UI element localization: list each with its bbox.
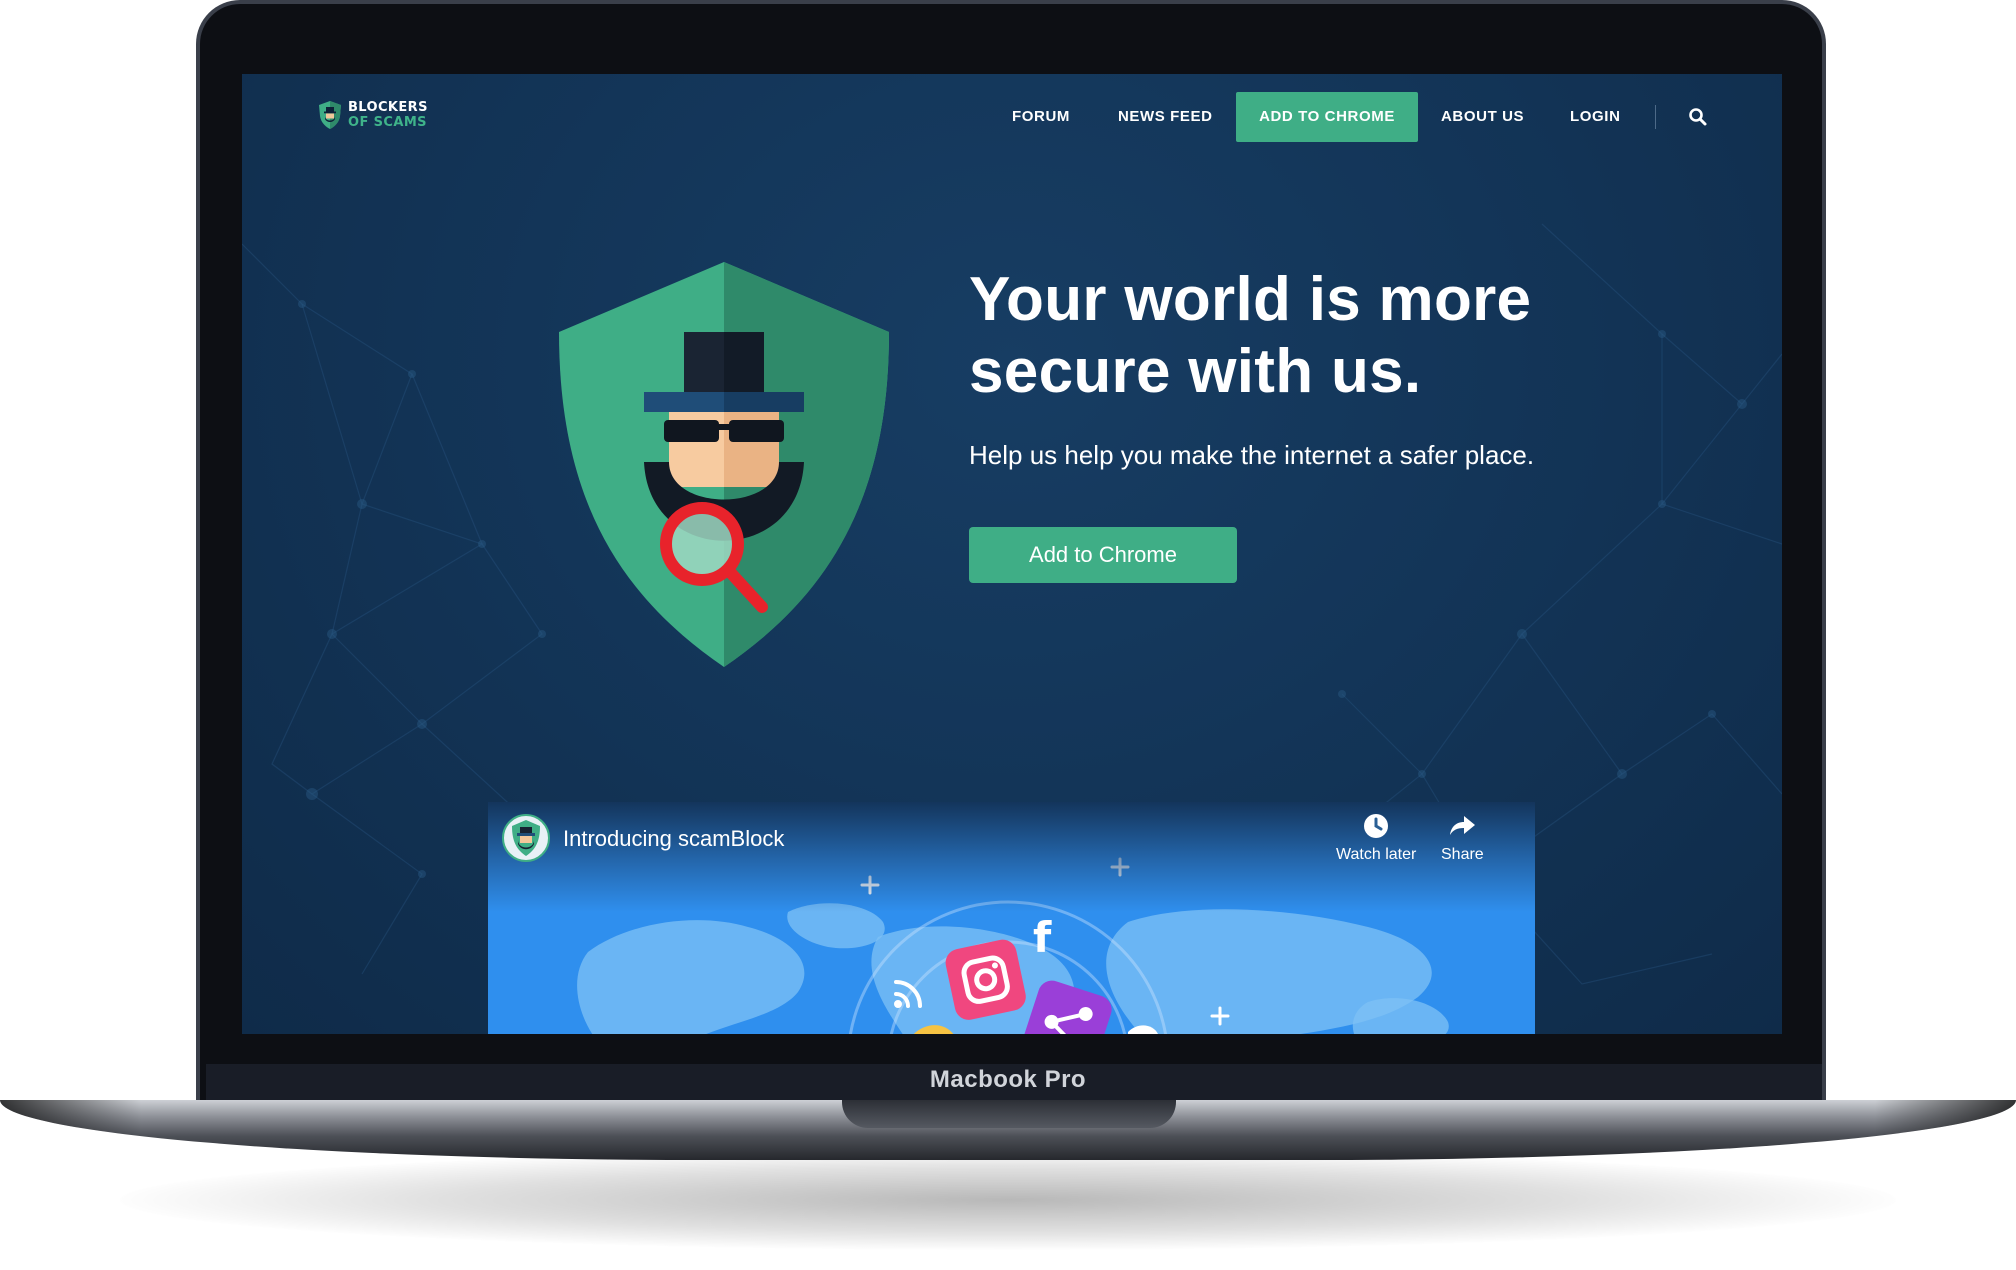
nav-divider bbox=[1655, 105, 1656, 129]
laptop-notch bbox=[842, 1100, 1176, 1128]
device-label: Macbook Pro bbox=[929, 1066, 1087, 1093]
main-nav: FORUM NEWS FEED ADD TO CHROME ABOUT US L… bbox=[242, 92, 1782, 142]
share-label: Share bbox=[1441, 846, 1484, 863]
spy-shield-magnifier-icon bbox=[559, 262, 889, 667]
share-arrow-icon bbox=[1450, 816, 1476, 835]
share-button[interactable]: Share bbox=[1441, 812, 1484, 864]
browser-viewport: BLOCKERS OF SCAMS FORUM NEWS FEED ADD TO… bbox=[242, 74, 1782, 1034]
nav-forum[interactable]: FORUM bbox=[1012, 92, 1070, 142]
nav-add-to-chrome-button[interactable]: ADD TO CHROME bbox=[1236, 92, 1418, 142]
nav-login[interactable]: LOGIN bbox=[1570, 92, 1621, 142]
video-player[interactable]: f Introducing scamBlock Watch later Shar… bbox=[488, 802, 1535, 1034]
nav-about-us[interactable]: ABOUT US bbox=[1441, 92, 1524, 142]
channel-avatar[interactable] bbox=[502, 814, 550, 862]
watch-later-label: Watch later bbox=[1336, 846, 1417, 863]
hero-title: Your world is more secure with us. bbox=[969, 265, 1532, 406]
svg-text:f: f bbox=[1033, 913, 1052, 962]
clock-icon bbox=[1364, 814, 1389, 838]
video-title[interactable]: Introducing scamBlock bbox=[563, 826, 784, 852]
hero-subtitle: Help us help you make the internet a saf… bbox=[969, 440, 1535, 470]
watch-later-button[interactable]: Watch later bbox=[1336, 812, 1416, 864]
nav-news-feed[interactable]: NEWS FEED bbox=[1118, 92, 1213, 142]
search-icon[interactable] bbox=[1688, 107, 1708, 127]
hero-add-to-chrome-button[interactable]: Add to Chrome bbox=[969, 527, 1237, 583]
laptop-shadow bbox=[120, 1150, 1896, 1250]
